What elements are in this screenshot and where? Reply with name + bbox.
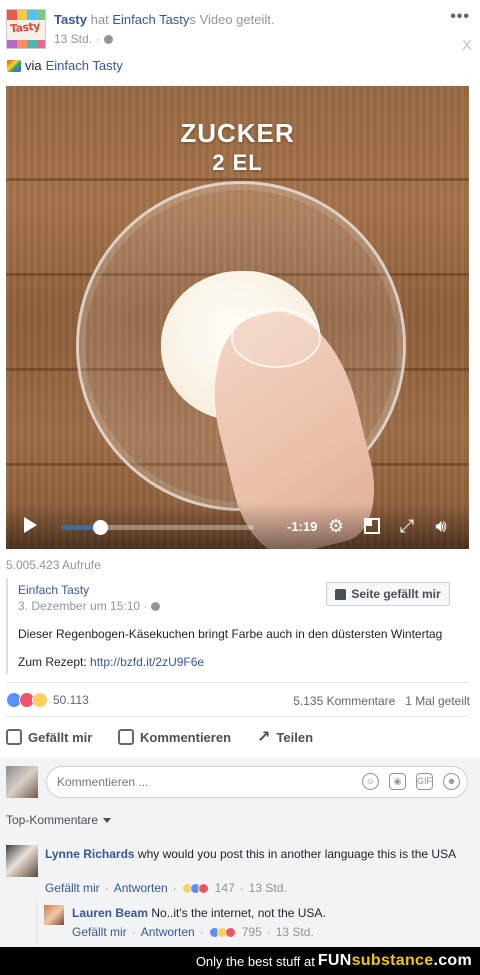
post-counts: 5.135 Kommentare 1 Mal geteilt [293,694,470,708]
recipe-link[interactable]: http://bzfd.it/2zU9F6e [90,655,204,669]
like-label: Gefällt mir [28,729,93,745]
love-reaction-icon [197,882,209,894]
share-label: Teilen [276,729,314,745]
view-count: 5.005.423 Aufrufe [6,558,101,572]
composer-icons: ☺ ◉ GIF ☻ [362,773,460,790]
comment-author[interactable]: Lynne Richards [45,847,135,861]
reply-reaction-count: 795 [241,925,262,939]
recipe-label: Zum Rezept: [18,655,87,669]
like-button[interactable]: Gefällt mir [6,729,92,745]
emoji-icon[interactable]: ☺ [362,773,379,790]
video-overlay-subtitle: 2 EL [212,150,263,175]
progress-track[interactable] [61,520,254,535]
shared-date-text[interactable]: 3. Dezember um 15:10 · [18,599,147,613]
footer-brand: FUNsubstance.com [317,952,472,969]
comment-reactions[interactable] [181,882,209,894]
watermark-footer: Only the best stuff at FUNsubstance.com [0,947,480,975]
page-name-link[interactable]: Tasty [54,12,87,27]
reaction-summary[interactable]: 50.113 [6,692,89,708]
shares-count-link[interactable]: 1 Mal geteilt [405,694,470,708]
comment-reply-link[interactable]: Antworten [114,881,168,895]
reply-avatar[interactable] [44,905,64,925]
wow-reaction-icon [32,692,48,708]
volume-icon[interactable]: 🔊︎ [431,516,451,536]
post-header-line: Tasty hat Einfach Tastys Video geteilt. [54,12,274,27]
footer-text: Only the best stuff at [195,953,315,969]
progress-handle[interactable] [92,520,108,535]
time-remaining: -1:19 [287,519,318,534]
top-comments-label: Top-Kommentare [6,813,99,827]
comment-button[interactable]: Kommentieren [118,729,231,745]
comment-like-link[interactable]: Gefällt mir [45,881,100,895]
reply-author[interactable]: Lauren Beam [72,906,148,920]
post-description: Dieser Regenbogen-Käsekuchen bringt Farb… [18,627,443,641]
share-button[interactable]: ↗ Teilen [257,727,313,747]
play-icon[interactable] [24,517,37,533]
reply-reply-link[interactable]: Antworten [141,925,195,939]
chevron-down-icon [103,817,112,823]
reply-meta: Gefällt mir · Antworten · 795 · 13 Std. [72,925,314,939]
shared-text-2: s Video geteilt. [189,12,275,27]
comment-time[interactable]: 13 Std. [249,881,287,895]
reply-time[interactable]: 13 Std. [276,925,314,939]
comment-meta: Gefällt mir · Antworten · 147 · 13 Std. [45,881,287,895]
via-label: via [25,58,42,73]
globe-icon [151,601,161,611]
via-line: via Einfach Tasty [7,58,123,73]
reaction-count: 50.113 [53,693,89,707]
thumbs-up-icon [335,588,347,600]
post-meta: 13 Std. · [54,32,114,46]
comment-avatar[interactable] [6,845,38,877]
sticker-icon[interactable]: ☻ [443,773,460,790]
video-controls: -1:19 ⚙ ⤢ 🔊︎ [6,503,469,549]
comment-reaction-count: 147 [214,881,235,895]
post-actions: Gefällt mir Kommentieren ↗ Teilen [6,726,469,748]
source-page-link[interactable]: Einfach Tasty [112,12,189,27]
reply-reactions[interactable] [208,926,236,938]
post-time[interactable]: 13 Std. [54,32,92,46]
tasty-avatar[interactable]: Tasty [6,9,46,49]
comment-body: Lynne Richards why would you post this i… [45,846,465,862]
rainbow-icon [7,59,21,72]
thumbs-up-icon [6,729,22,745]
share-arrow-icon: ↗ [257,729,271,746]
tasty-logo-text: Tasty [9,19,41,36]
like-page-button[interactable]: Seite gefällt mir [326,582,450,606]
more-dots-icon[interactable]: ••• [450,8,470,26]
comment-text: why would you post this in another langu… [137,847,457,861]
reply-thread-line [36,900,37,945]
reply-like-link[interactable]: Gefällt mir [72,925,127,939]
reply-text: No..it's the internet, not the USA. [151,906,326,920]
video-player[interactable]: ZUCKER 2 EL -1:19 ⚙ ⤢ 🔊︎ [6,86,469,549]
measuring-glass [231,308,321,368]
shared-text: hat [90,12,109,27]
globe-icon [104,34,114,44]
comment-label: Kommentieren [140,729,232,745]
gif-icon[interactable]: GIF [416,773,433,790]
current-user-avatar[interactable] [6,766,38,798]
shared-page-name[interactable]: Einfach Tasty [18,583,89,597]
picture-in-picture-icon[interactable] [362,516,382,536]
video-overlay-title: ZUCKER [180,118,295,148]
gear-icon[interactable]: ⚙ [326,516,346,536]
divider [6,682,469,683]
shared-post-date: 3. Dezember um 15:10 · [18,599,161,613]
reply-body: Lauren Beam No..it's the internet, not t… [72,906,326,920]
top-comments-dropdown[interactable]: Top-Kommentare [6,813,112,827]
recipe-line: Zum Rezept: http://bzfd.it/2zU9F6e [18,655,204,669]
love-reaction-icon [224,926,236,938]
like-page-label: Seite gefällt mir [351,587,441,601]
speech-bubble-icon [118,729,134,745]
close-icon[interactable]: X [462,37,472,54]
comments-count-link[interactable]: 5.135 Kommentare [293,694,395,708]
via-page-link[interactable]: Einfach Tasty [46,58,123,73]
camera-icon[interactable]: ◉ [389,773,406,790]
fullscreen-icon[interactable]: ⤢ [397,516,417,536]
divider [6,716,469,717]
